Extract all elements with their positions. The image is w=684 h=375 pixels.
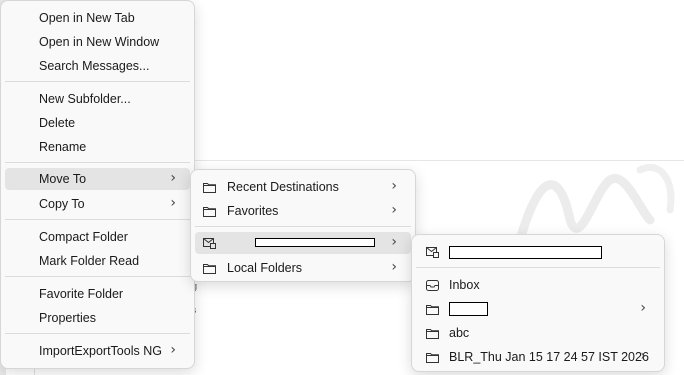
menu-item-label: Open in New Window [39, 35, 160, 49]
chevron-right-icon: › [391, 259, 397, 275]
menu-item-label: New Subfolder... [39, 92, 131, 106]
menu-item-label: Move To [39, 172, 87, 186]
folder-icon [426, 329, 439, 339]
menu-item-label: BLR_Thu Jan 15 17 24 57 IST 2026 [449, 350, 649, 364]
menu-separator [5, 333, 190, 334]
redacted-folder-name [449, 302, 488, 316]
chevron-right-icon: › [391, 178, 397, 194]
chevron-right-icon: › [170, 342, 176, 358]
redacted-account-name [449, 246, 602, 259]
menu-item-redacted-folder[interactable]: › [416, 298, 660, 320]
menu-item-mark-folder-read[interactable]: Mark Folder Read [5, 250, 190, 272]
menu-item-label: Search Messages... [39, 59, 150, 73]
menu-item-recent-destinations[interactable]: Recent Destinations › [195, 176, 411, 198]
chevron-right-icon: › [391, 202, 397, 218]
inbox-icon [426, 280, 439, 291]
menu-item-delete[interactable]: Delete [5, 112, 190, 134]
chevron-right-icon: › [391, 234, 397, 250]
menu-item-open-in-new-tab[interactable]: Open in New Tab [5, 7, 190, 29]
mail-account-icon [426, 247, 439, 258]
menu-item-label: Inbox [449, 278, 480, 292]
mail-account-icon [203, 238, 216, 249]
menu-item-properties[interactable]: Properties [5, 307, 190, 329]
menu-item-label: Rename [39, 140, 87, 154]
menu-item-blr-folder[interactable]: BLR_Thu Jan 15 17 24 57 IST 2026 › [416, 346, 660, 368]
menu-item-label: Delete [39, 116, 76, 130]
menu-item-label: Compact Folder [39, 230, 128, 244]
folder-context-menu: Open in New Tab Open in New Window Searc… [0, 0, 195, 369]
chevron-right-icon: › [640, 300, 646, 316]
menu-separator [5, 219, 190, 220]
chevron-right-icon: › [640, 348, 646, 364]
menu-separator [195, 226, 411, 227]
folder-icon [426, 353, 439, 363]
folder-icon [203, 183, 216, 193]
menu-item-label: Mark Folder Read [39, 254, 140, 268]
menu-separator [5, 81, 190, 82]
menu-item-rename[interactable]: Rename [5, 136, 190, 158]
menu-item-abc[interactable]: abc [416, 322, 660, 344]
menu-separator [416, 267, 660, 268]
menu-separator [5, 162, 190, 163]
menu-separator [5, 276, 190, 277]
menu-item-account-root[interactable] [416, 241, 660, 263]
folder-icon [203, 264, 216, 274]
menu-item-inbox[interactable]: Inbox [416, 274, 660, 296]
menu-item-copy-to[interactable]: Copy To › [5, 193, 190, 215]
menu-item-label: Properties [39, 311, 96, 325]
menu-item-open-in-new-window[interactable]: Open in New Window [5, 31, 190, 53]
menu-item-importexporttools-ng[interactable]: ImportExportTools NG › [5, 340, 190, 362]
menu-item-new-subfolder[interactable]: New Subfolder... [5, 88, 190, 110]
menu-item-favorite-folder[interactable]: Favorite Folder [5, 283, 190, 305]
menu-item-local-folders[interactable]: Local Folders › [195, 257, 411, 279]
menu-item-label: Favorites [227, 204, 279, 218]
chevron-right-icon: › [170, 195, 176, 211]
menu-item-move-to[interactable]: Move To › [5, 168, 190, 190]
menu-item-label: Copy To [39, 197, 85, 211]
menu-item-search-messages[interactable]: Search Messages... [5, 55, 190, 77]
menu-item-label: Recent Destinations [227, 180, 339, 194]
menu-item-compact-folder[interactable]: Compact Folder [5, 226, 190, 248]
account-submenu: Inbox › abc BLR_Thu Jan 15 17 24 57 IST … [411, 234, 665, 372]
folder-icon [426, 305, 439, 315]
menu-item-label: Favorite Folder [39, 287, 124, 301]
menu-item-label: Local Folders [227, 261, 303, 275]
menu-item-mail-account[interactable]: › [195, 232, 411, 254]
folder-icon [203, 207, 216, 217]
menu-item-favorites[interactable]: Favorites › [195, 200, 411, 222]
menu-item-label: ImportExportTools NG [39, 344, 162, 358]
move-to-submenu: Recent Destinations › Favorites › › Loca… [190, 169, 416, 282]
redacted-account-name [255, 238, 375, 247]
menu-item-label: Open in New Tab [39, 11, 135, 25]
menu-item-label: abc [449, 326, 470, 340]
chevron-right-icon: › [170, 170, 176, 186]
